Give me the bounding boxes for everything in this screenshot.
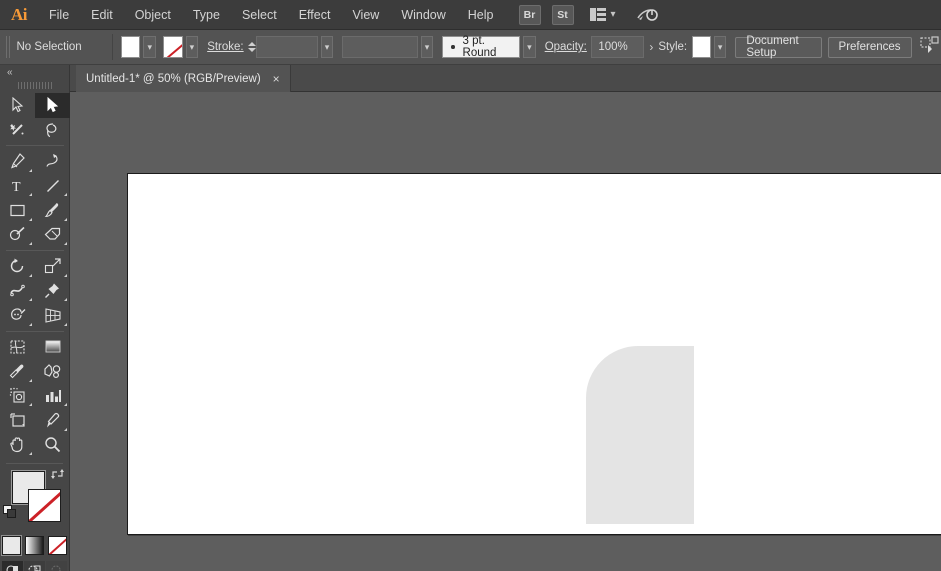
tool-hand[interactable] (0, 433, 35, 458)
menu-file[interactable]: File (38, 0, 80, 30)
tool-shape-builder[interactable] (0, 303, 35, 328)
tool-rotate[interactable] (0, 254, 35, 279)
close-icon[interactable]: × (273, 73, 280, 85)
preferences-button[interactable]: Preferences (827, 36, 912, 58)
tool-free-transform[interactable] (35, 279, 70, 304)
opacity-input[interactable]: 100% (591, 36, 645, 58)
menu-window[interactable]: Window (390, 0, 456, 30)
canvas-area[interactable] (70, 92, 941, 571)
tool-perspective-grid[interactable] (35, 303, 70, 328)
arrange-grid-glyph (589, 8, 606, 21)
stroke-swatch[interactable] (163, 36, 183, 58)
stroke-weight-input[interactable] (255, 36, 318, 58)
menu-object[interactable]: Object (124, 0, 182, 30)
tool-column-graph[interactable] (35, 384, 70, 409)
tool-mesh[interactable] (0, 335, 35, 360)
workspace-switcher-icon[interactable] (635, 5, 659, 25)
stroke-weight-stepper[interactable] (247, 36, 256, 58)
tool-scale[interactable] (35, 254, 70, 279)
tool-slice[interactable] (35, 408, 70, 433)
tool-type[interactable]: T (0, 174, 35, 199)
variable-width-profile-input[interactable] (342, 36, 418, 58)
menu-bar: Ai File Edit Object Type Select Effect V… (0, 0, 941, 30)
tool-blend[interactable] (35, 359, 70, 384)
opacity-label[interactable]: Opacity: (545, 41, 587, 53)
draw-normal-button[interactable] (2, 561, 23, 571)
artboard[interactable] (127, 173, 941, 535)
selection-status: No Selection (16, 41, 82, 53)
width-profile-chevron-icon[interactable]: ▾ (420, 36, 434, 58)
fill-swatch[interactable] (121, 36, 141, 58)
color-mode-button[interactable] (1, 535, 22, 556)
control-bar-overflow-chevron-icon[interactable]: › (644, 40, 658, 54)
draw-inside-button[interactable] (46, 561, 67, 571)
stroke-weight-chevron-icon[interactable]: ▾ (320, 36, 334, 58)
document-tab-bar: Untitled-1* @ 50% (RGB/Preview) × (0, 65, 941, 92)
tools-panel: « T (0, 65, 70, 571)
document-tab[interactable]: Untitled-1* @ 50% (RGB/Preview) × (76, 65, 291, 92)
stroke-dropdown-chevron-icon[interactable]: ▾ (185, 36, 199, 58)
stroke-weight-label[interactable]: Stroke: (207, 41, 243, 53)
menu-select[interactable]: Select (231, 0, 288, 30)
tool-pen[interactable] (0, 149, 35, 174)
divider (111, 34, 113, 60)
menu-effect[interactable]: Effect (288, 0, 342, 30)
gradient-mode-button[interactable] (25, 536, 44, 555)
arrange-documents-icon[interactable]: ▾ (589, 8, 616, 21)
tool-rectangle[interactable] (0, 198, 35, 223)
app-logo-icon: Ai (11, 4, 28, 24)
document-tab-title: Untitled-1* @ 50% (RGB/Preview) (86, 72, 261, 85)
control-bar-grip[interactable] (6, 36, 11, 58)
tool-gradient[interactable] (35, 335, 70, 360)
draw-behind-button[interactable] (24, 561, 45, 571)
tool-zoom[interactable] (35, 433, 70, 458)
menu-help[interactable]: Help (457, 0, 505, 30)
tool-curvature[interactable] (35, 149, 70, 174)
document-setup-button[interactable]: Document Setup (735, 35, 822, 59)
rounded-corner-rectangle[interactable] (586, 346, 694, 524)
menu-bar-right-group: Br St ▾ (515, 4, 659, 25)
tool-magic-wand[interactable] (0, 118, 35, 143)
tool-selection[interactable] (0, 93, 35, 118)
tools-grid: T (0, 93, 70, 458)
tool-eraser[interactable] (35, 223, 70, 248)
menu-type[interactable]: Type (182, 0, 231, 30)
brush-definition-select[interactable]: 3 pt. Round (442, 35, 521, 59)
tool-paintbrush[interactable] (35, 198, 70, 223)
fill-dropdown-chevron-icon[interactable]: ▾ (143, 36, 156, 58)
swap-fill-stroke-icon[interactable] (50, 467, 65, 486)
brush-definition-chevron-icon[interactable]: ▾ (523, 36, 536, 58)
bridge-icon[interactable]: Br (518, 4, 541, 25)
control-bar: No Selection ▾ ▾ Stroke: ▾ ▾ 3 pt. Round… (0, 30, 941, 65)
svg-text:T: T (12, 180, 21, 194)
tool-shaper[interactable] (0, 223, 35, 248)
graphic-style-swatch[interactable] (691, 36, 711, 58)
tool-eyedropper[interactable] (0, 359, 35, 384)
chevron-down-icon: ▾ (610, 9, 616, 20)
color-mode-bar (0, 535, 69, 556)
align-transform-icon[interactable] (919, 35, 941, 59)
tool-direct-selection[interactable] (35, 93, 70, 118)
default-fill-stroke-icon[interactable] (3, 505, 17, 524)
tools-panel-grip[interactable] (17, 80, 52, 90)
stock-icon[interactable]: St (551, 4, 574, 25)
tool-lasso[interactable] (35, 118, 70, 143)
brush-definition-value: 3 pt. Round (462, 35, 497, 59)
tool-line-segment[interactable] (35, 174, 70, 199)
collapse-panel-button[interactable]: « (0, 65, 69, 80)
fill-stroke-control (0, 467, 69, 533)
none-mode-button[interactable] (48, 536, 67, 555)
menu-edit[interactable]: Edit (80, 0, 124, 30)
graphic-style-chevron-icon[interactable]: ▾ (713, 36, 727, 58)
tool-symbol-sprayer[interactable] (0, 384, 35, 409)
menu-view[interactable]: View (341, 0, 390, 30)
tool-width[interactable] (0, 279, 35, 304)
tool-artboard[interactable] (0, 408, 35, 433)
draw-mode-bar (0, 561, 69, 571)
stroke-color-swatch[interactable] (28, 489, 61, 522)
illustrator-window: Ai File Edit Object Type Select Effect V… (0, 0, 941, 571)
brush-preview-icon (451, 45, 455, 49)
style-label: Style: (658, 41, 688, 53)
